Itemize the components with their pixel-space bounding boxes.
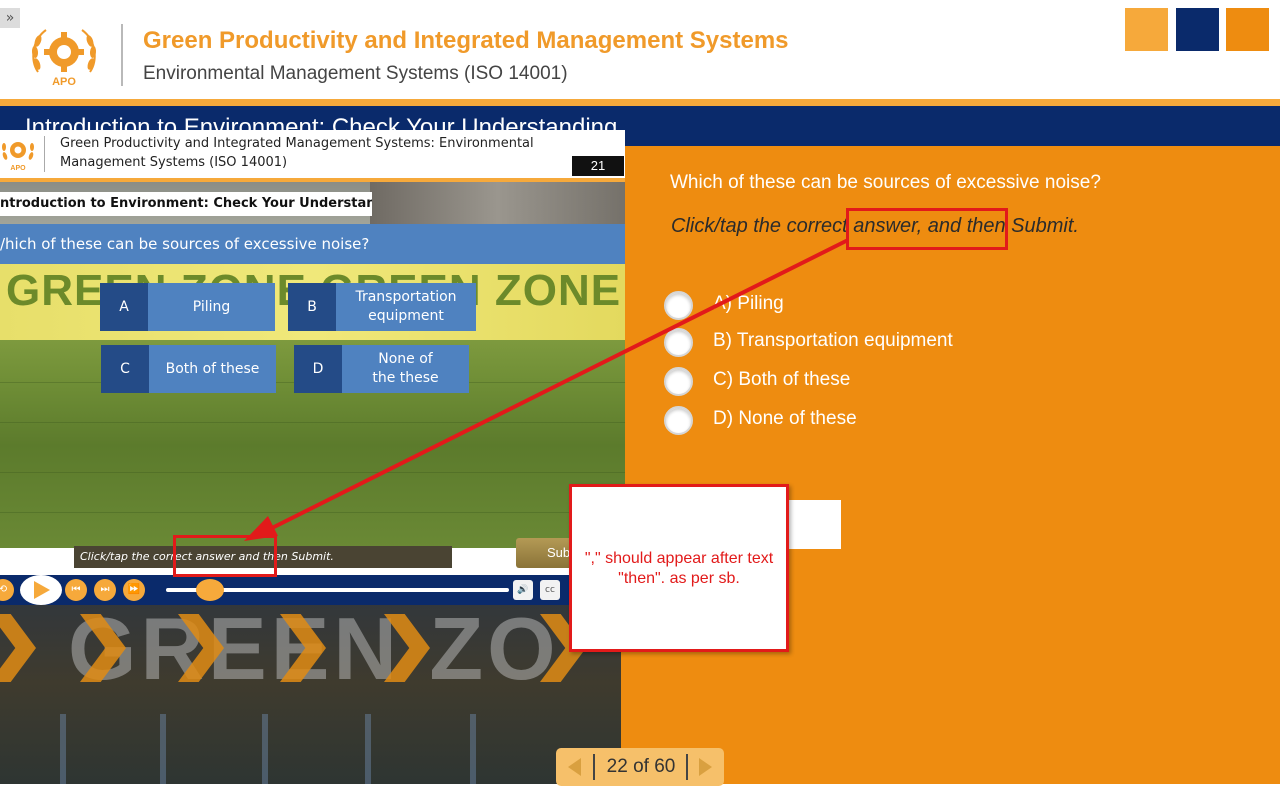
- logo-text: APO: [10, 165, 26, 172]
- play-icon[interactable]: [20, 575, 62, 605]
- embedded-player-bar: ⟲ ⏮ ⏭ ⏩ 🔊 cc: [0, 575, 625, 605]
- menu-toggle-icon[interactable]: »: [0, 8, 20, 28]
- radio-button[interactable]: [664, 367, 693, 396]
- embedded-apo-logo: APO: [2, 142, 34, 172]
- post: [262, 714, 268, 784]
- course-title: Green Productivity and Integrated Manage…: [143, 27, 789, 54]
- captions-icon[interactable]: cc: [540, 580, 560, 600]
- option-text: None of the these: [342, 345, 469, 393]
- volume-icon[interactable]: 🔊: [513, 580, 533, 600]
- chevron-sign: [0, 614, 36, 682]
- decorative-square-light-orange: [1125, 8, 1168, 51]
- prev-arrow-icon[interactable]: [568, 758, 581, 776]
- embedded-option-c[interactable]: C Both of these: [101, 345, 276, 393]
- embedded-slide-title: ntroduction to Environment: Check Your U…: [0, 192, 372, 216]
- submit-button[interactable]: [780, 500, 841, 549]
- radio-button[interactable]: [664, 328, 693, 357]
- embedded-option-a[interactable]: A Piling: [100, 283, 275, 331]
- embedded-question: /hich of these can be sources of excessi…: [0, 224, 625, 264]
- building: [370, 182, 625, 224]
- skip-back-icon[interactable]: ⏮: [65, 579, 87, 601]
- post: [160, 714, 166, 784]
- page-counter: 22 of 60: [606, 756, 676, 777]
- option-label[interactable]: B) Transportation equipment: [713, 330, 953, 352]
- post: [60, 714, 66, 784]
- nav-separator: [593, 754, 595, 780]
- next-arrow-icon[interactable]: [699, 758, 712, 776]
- embedded-course-title: Green Productivity and Integrated Manage…: [60, 136, 534, 170]
- embedded-option-d[interactable]: D None of the these: [294, 345, 469, 393]
- embedded-slide-number: 21: [572, 156, 624, 176]
- grass-texture: [0, 472, 625, 473]
- decorative-square-navy: [1176, 8, 1219, 51]
- embedded-header: APO Green Productivity and Integrated Ma…: [0, 130, 625, 178]
- highlight-box-target: [173, 535, 277, 577]
- progress-knob[interactable]: [196, 579, 224, 601]
- option-letter: D: [294, 345, 342, 393]
- page-navigation: 22 of 60: [556, 748, 724, 786]
- highlight-box-source: [846, 208, 1008, 250]
- option-label[interactable]: A) Piling: [713, 293, 784, 315]
- logo-text: APO: [52, 76, 76, 88]
- question-text: Which of these can be sources of excessi…: [670, 172, 1101, 193]
- header-divider: [121, 24, 123, 86]
- post: [365, 714, 371, 784]
- option-label[interactable]: D) None of these: [713, 408, 857, 430]
- embedded-divider: [44, 136, 45, 172]
- option-label[interactable]: C) Both of these: [713, 369, 850, 391]
- nav-separator: [686, 754, 688, 780]
- option-letter: C: [101, 345, 149, 393]
- replay-icon[interactable]: ⟲: [0, 579, 14, 601]
- skip-forward-icon[interactable]: ⏭: [94, 579, 116, 601]
- fast-forward-icon[interactable]: ⏩: [123, 579, 145, 601]
- option-text: Piling: [148, 283, 275, 331]
- grass-texture: [0, 512, 625, 513]
- decorative-square-orange: [1226, 8, 1269, 51]
- post: [470, 714, 476, 784]
- radio-button[interactable]: [664, 291, 693, 320]
- review-comment: "," should appear after text "then". as …: [569, 484, 789, 652]
- option-letter: B: [288, 283, 336, 331]
- background-image: GREEN ZO: [0, 600, 621, 784]
- grass-texture: [0, 422, 625, 423]
- embedded-option-b[interactable]: B Transportation equipment: [288, 283, 476, 331]
- option-text: Transportation equipment: [336, 283, 476, 331]
- option-letter: A: [100, 283, 148, 331]
- header-rule: [0, 99, 1280, 106]
- radio-button[interactable]: [664, 406, 693, 435]
- option-text: Both of these: [149, 345, 276, 393]
- apo-logo: APO: [31, 29, 97, 88]
- course-subtitle: Environmental Management Systems (ISO 14…: [143, 63, 568, 84]
